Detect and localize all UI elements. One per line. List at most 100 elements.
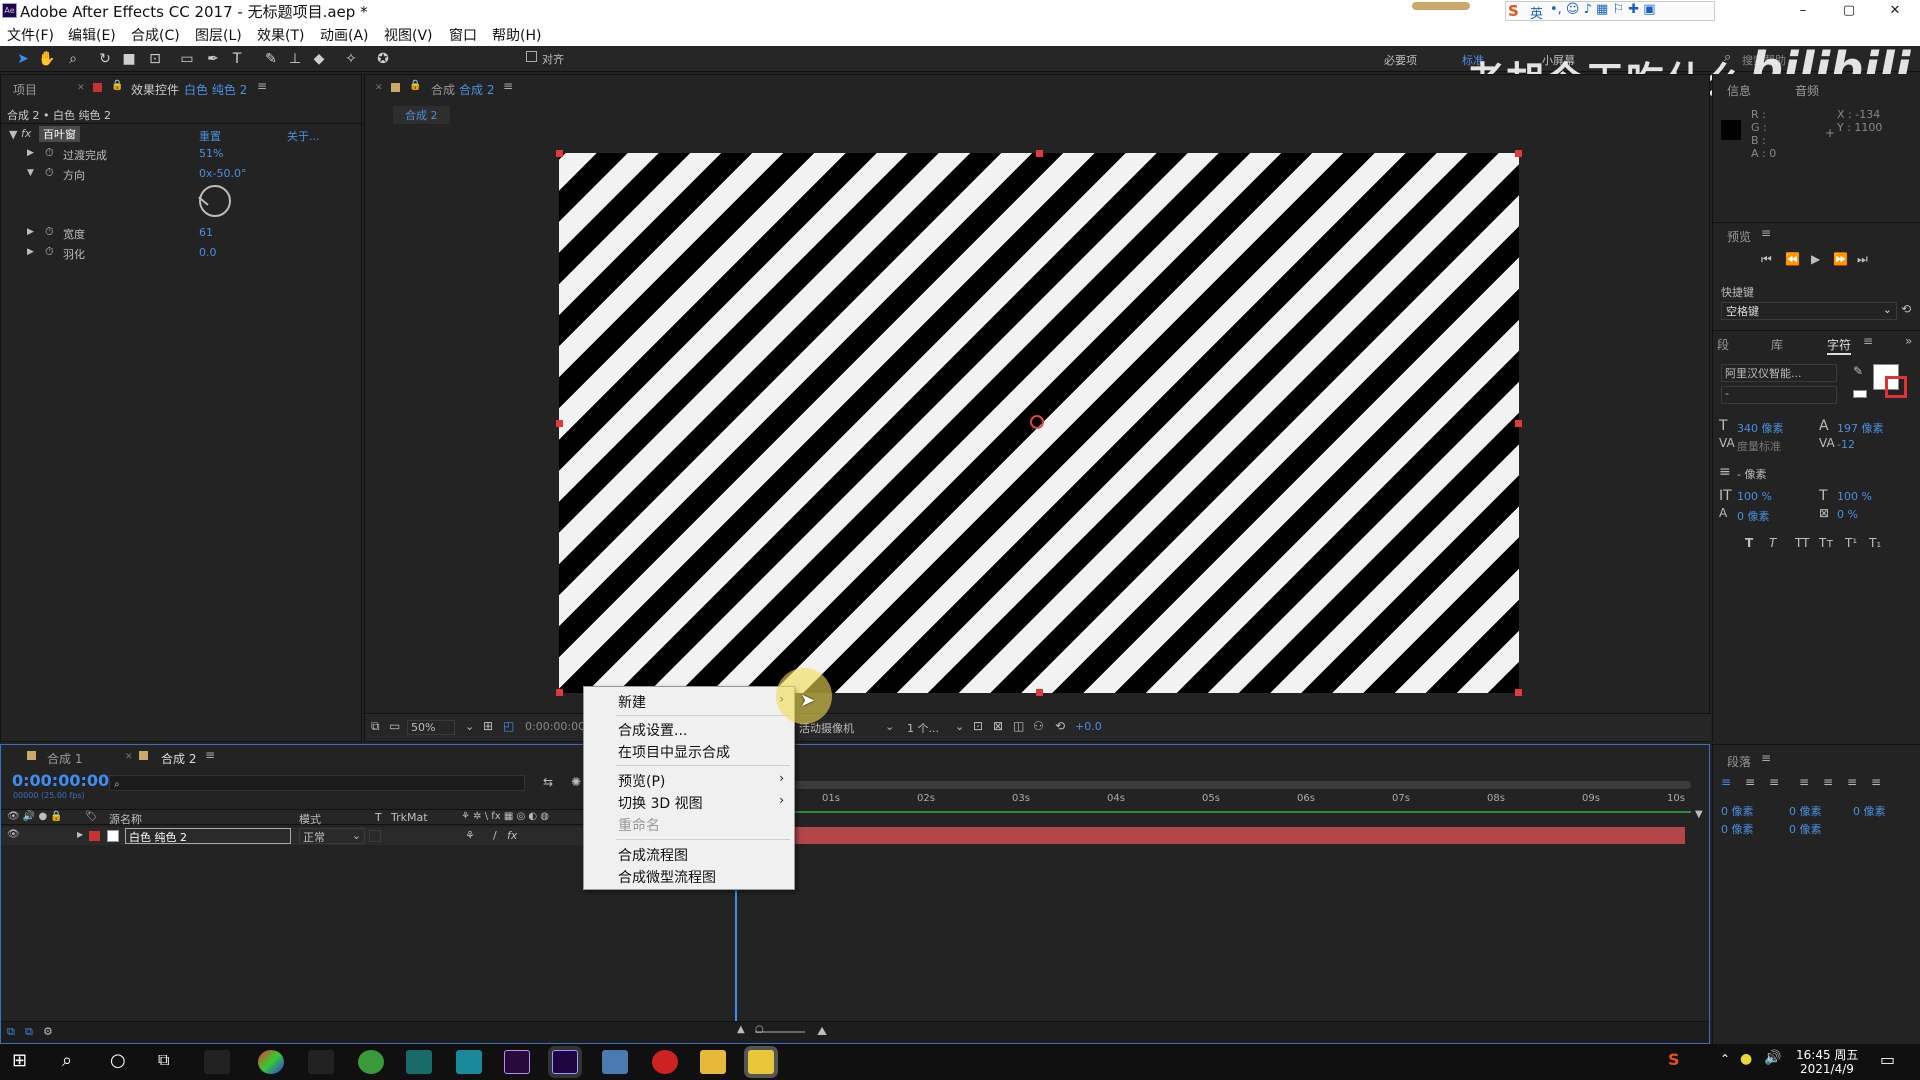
collapse-arrow-icon[interactable]: ▼ <box>27 168 34 178</box>
chrome-icon[interactable] <box>258 1050 284 1074</box>
tab-project[interactable]: 项目 <box>13 81 37 98</box>
justify-right-icon[interactable]: ≡ <box>1847 775 1857 789</box>
selection-tool-icon[interactable]: ➤ <box>14 50 32 68</box>
reset-icon[interactable]: ⟲ <box>1901 302 1911 316</box>
tab-paragraph[interactable]: 段落 <box>1727 753 1751 770</box>
notification-icon[interactable]: ▭ <box>1880 1050 1895 1069</box>
tab-effect-controls[interactable]: 效果控件 <box>131 81 179 98</box>
tab-comp-2[interactable]: 合成 2 <box>161 750 196 767</box>
lock-icon[interactable]: 🔒 <box>111 80 123 91</box>
visibility-eye-icon[interactable]: 👁 <box>7 829 20 840</box>
menu-item-switch-3d-view[interactable]: 切换 3D 视图 <box>618 793 703 813</box>
ime-tools-icon[interactable]: •, ☺ ♪ ▦ ⚐ ✚ ▣ <box>1550 2 1656 17</box>
col-source-name[interactable]: 源名称 <box>109 811 142 827</box>
transition-completion-value[interactable]: 51% <box>199 147 223 160</box>
tracking-value[interactable]: -12 <box>1837 438 1855 451</box>
exposure-value[interactable]: +0.0 <box>1075 720 1102 733</box>
panel-menu-icon[interactable]: ≡ <box>1863 334 1873 348</box>
tab-composition[interactable]: 合成 <box>431 81 455 98</box>
sogou-tray-icon[interactable]: S <box>1668 1050 1680 1069</box>
app-icon[interactable] <box>204 1050 230 1074</box>
puppet-tool-icon[interactable]: ✪ <box>374 50 392 68</box>
composition-canvas[interactable] <box>556 150 1522 696</box>
tray-app-icon[interactable]: ● <box>1740 1051 1752 1067</box>
direction-dial[interactable] <box>198 185 231 217</box>
feather-value[interactable]: 0.0 <box>199 246 217 259</box>
app-icon[interactable] <box>602 1050 628 1074</box>
work-area-bar[interactable] <box>737 781 1691 789</box>
brush-tool-icon[interactable]: ✎ <box>262 50 280 68</box>
effect-reset-link[interactable]: 重置 <box>199 128 221 144</box>
tsume-value[interactable]: 0 % <box>1837 508 1858 521</box>
width-value[interactable]: 61 <box>199 226 213 239</box>
font-style-dropdown[interactable]: - <box>1721 386 1837 404</box>
ime-mode[interactable]: 英 <box>1530 3 1543 22</box>
tab-character[interactable]: 字符 <box>1827 336 1852 355</box>
volume-icon[interactable]: 🔊 <box>1764 1050 1781 1066</box>
faux-italic-button[interactable]: T <box>1769 536 1776 550</box>
space-before-value[interactable]: 0 像素 <box>1721 821 1754 837</box>
views-dropdown[interactable]: 1 个... <box>907 720 939 736</box>
effect-name[interactable]: 百叶窗 <box>39 126 80 142</box>
stopwatch-icon[interactable]: ⏱ <box>45 245 54 259</box>
comp-marker-icon[interactable]: ▼ <box>1695 809 1703 820</box>
panel-menu-icon[interactable]: ≡ <box>503 79 513 93</box>
last-frame-icon[interactable]: ⏭ <box>1857 252 1868 267</box>
menu-item-reveal-in-project[interactable]: 在项目中显示合成 <box>618 742 730 762</box>
grid-icon[interactable]: ◰ <box>503 719 514 733</box>
horizontal-scale-value[interactable]: 100 % <box>1837 490 1872 503</box>
zoom-tool-icon[interactable]: ⌕ <box>64 50 82 68</box>
kerning-value[interactable]: 度量标准 <box>1737 438 1781 454</box>
all-caps-button[interactable]: TT <box>1795 536 1809 550</box>
align-right-icon[interactable]: ≡ <box>1769 775 1779 789</box>
transform-handle[interactable] <box>1515 150 1522 157</box>
justify-all-icon[interactable]: ≡ <box>1871 775 1881 789</box>
transform-handle[interactable] <box>1515 689 1522 696</box>
transform-handle[interactable] <box>556 689 563 696</box>
expand-arrow-icon[interactable]: ▶ <box>27 227 34 237</box>
eraser-tool-icon[interactable]: ◆ <box>310 50 328 68</box>
toggle-in-out-icon[interactable]: ⚙ <box>43 1025 53 1038</box>
menu-item-preview[interactable]: 预览(P) <box>618 771 665 791</box>
menu-animation[interactable]: 动画(A) <box>320 25 369 45</box>
roto-brush-tool-icon[interactable]: ✧ <box>342 50 360 68</box>
panel-menu-icon[interactable]: ≡ <box>257 79 267 93</box>
font-family-dropdown[interactable]: 阿里汉仪智能... <box>1721 364 1837 382</box>
recorder-icon[interactable] <box>652 1050 678 1074</box>
app-icon[interactable] <box>358 1050 384 1074</box>
after-effects-taskbar-icon[interactable] <box>552 1050 578 1074</box>
justify-left-icon[interactable]: ≡ <box>1799 775 1809 789</box>
baseline-shift-value[interactable]: 0 像素 <box>1737 508 1770 524</box>
menu-effect[interactable]: 效果(T) <box>257 25 304 45</box>
snapshot-icon[interactable]: ◫ <box>1013 719 1024 733</box>
cortana-icon[interactable]: ○ <box>110 1050 126 1071</box>
tab-audio[interactable]: 音频 <box>1795 82 1819 99</box>
minimize-button[interactable]: – <box>1780 0 1826 22</box>
stroke-color-swatch[interactable] <box>1885 376 1907 398</box>
menu-window[interactable]: 窗口 <box>449 25 477 45</box>
fx-switch-icon[interactable]: fx <box>507 829 517 842</box>
panel-menu-icon[interactable]: ≡ <box>1761 226 1771 240</box>
stopwatch-icon[interactable]: ⏱ <box>45 166 54 180</box>
maximize-button[interactable]: ▢ <box>1826 0 1872 22</box>
close-icon[interactable]: ✕ <box>77 83 85 93</box>
zoom-slider-thumb[interactable]: ○ <box>755 1024 764 1035</box>
zoom-out-icon[interactable]: ▲ <box>737 1024 745 1035</box>
workspace-essentials[interactable]: 必要项 <box>1384 52 1417 68</box>
layer-name-field[interactable]: 白色 纯色 2 <box>125 828 291 844</box>
align-checkbox[interactable] <box>526 51 537 62</box>
menu-item-mini-flowchart[interactable]: 合成微型流程图 <box>618 867 716 887</box>
reset-exposure-icon[interactable]: ⟲ <box>1055 719 1065 733</box>
zoom-dropdown[interactable]: 50% <box>407 720 455 735</box>
layer-search-input[interactable]: ⌕ <box>109 775 525 791</box>
region-icon[interactable]: ⊠ <box>993 719 1003 733</box>
layer-duration-bar[interactable] <box>737 827 1685 844</box>
next-frame-icon[interactable]: ⏩ <box>1833 252 1848 266</box>
fx-toggle[interactable]: fx <box>21 127 31 140</box>
premiere-icon[interactable] <box>504 1050 530 1074</box>
type-tool-icon[interactable]: T <box>228 50 246 68</box>
search-icon[interactable]: ⌕ <box>62 1050 72 1071</box>
quality-switch-icon[interactable]: / <box>493 829 497 842</box>
transform-handle[interactable] <box>1036 689 1043 696</box>
comp-timecode[interactable]: 0:00:00:00 <box>525 720 585 733</box>
